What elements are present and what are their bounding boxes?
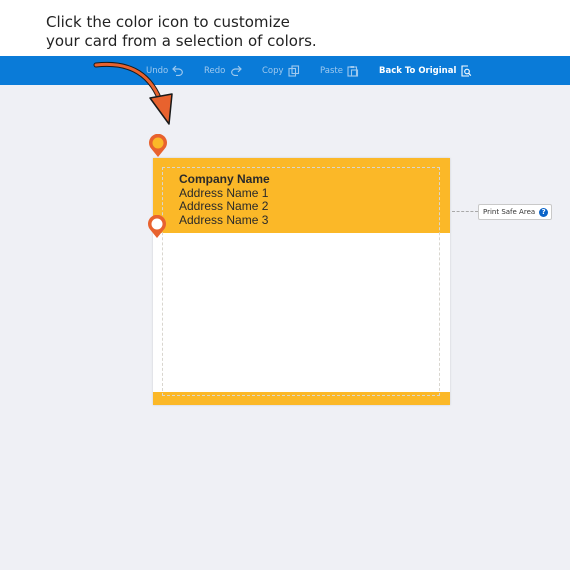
card-text-block[interactable]: Company Name Address Name 1 Address Name… (179, 172, 270, 228)
card-footer-band[interactable] (153, 392, 450, 405)
print-safe-area-text: Print Safe Area (483, 208, 536, 216)
back-to-original-button[interactable]: Back To Original (379, 56, 472, 85)
paste-icon (347, 65, 359, 77)
editor-toolbar: Undo Redo Copy Paste Back To Original (0, 56, 570, 85)
back-to-original-label: Back To Original (379, 65, 457, 76)
paste-button[interactable]: Paste (320, 56, 359, 85)
redo-icon (231, 65, 243, 76)
instruction-text: Click the color icon to customize your c… (46, 13, 376, 51)
address-line-1[interactable]: Address Name 1 (179, 186, 270, 201)
print-safe-area-label[interactable]: Print Safe Area ? (478, 204, 553, 220)
redo-label: Redo (204, 65, 226, 76)
redo-button[interactable]: Redo (204, 56, 243, 85)
background-color-picker-icon[interactable] (147, 215, 167, 239)
business-card-canvas: Company Name Address Name 1 Address Name… (153, 158, 450, 405)
paste-label: Paste (320, 65, 343, 76)
address-line-2[interactable]: Address Name 2 (179, 199, 270, 214)
help-icon[interactable]: ? (539, 207, 549, 217)
restore-icon (461, 64, 472, 77)
print-safe-connector (452, 211, 478, 212)
pointer-arrow-icon (93, 61, 173, 125)
instruction-line-2: your card from a selection of colors. (46, 32, 317, 50)
copy-button[interactable]: Copy (262, 56, 300, 85)
company-name[interactable]: Company Name (179, 172, 270, 187)
copy-label: Copy (262, 65, 284, 76)
instruction-line-1: Click the color icon to customize (46, 13, 290, 31)
band-color-picker-icon[interactable] (148, 134, 168, 158)
copy-icon (288, 64, 299, 77)
address-line-3[interactable]: Address Name 3 (179, 213, 270, 228)
